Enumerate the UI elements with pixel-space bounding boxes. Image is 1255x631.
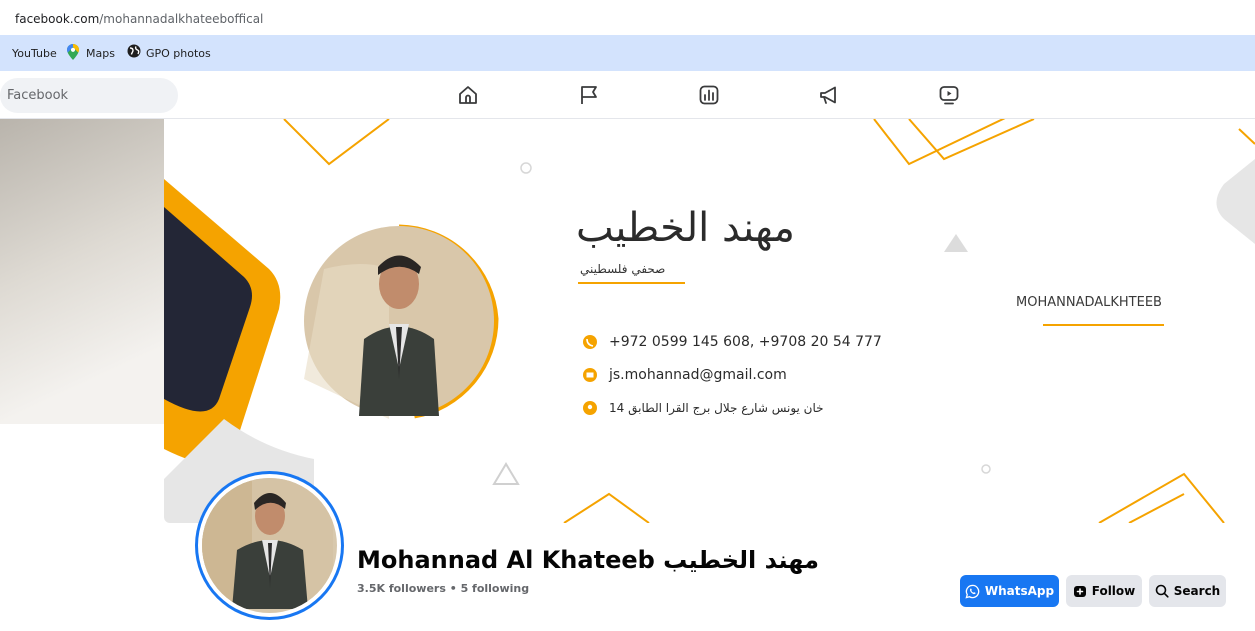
follow-button[interactable]: Follow bbox=[1066, 575, 1142, 607]
avatar bbox=[202, 478, 337, 613]
cover-arabic-subtitle: صحفي فلسطيني bbox=[580, 262, 666, 276]
url-host: facebook.com bbox=[15, 12, 100, 26]
whatsapp-label: WhatsApp bbox=[984, 584, 1055, 598]
follow-label: Follow bbox=[1091, 584, 1136, 598]
search-label: Search bbox=[1173, 584, 1221, 598]
cover-email: js.mohannad@gmail.com bbox=[609, 367, 787, 383]
cover-side-gradient bbox=[0, 119, 164, 424]
address-bar[interactable]: facebook.com/mohannadalkhateeboffical bbox=[0, 0, 1255, 35]
maps-icon bbox=[67, 44, 79, 60]
whatsapp-button[interactable]: WhatsApp bbox=[960, 575, 1059, 607]
search-icon bbox=[1155, 584, 1169, 598]
search-placeholder: Facebook bbox=[7, 88, 69, 103]
facebook-navbar: Facebook bbox=[0, 71, 1255, 119]
follow-icon bbox=[1073, 586, 1086, 597]
profile-picture-frame bbox=[198, 474, 341, 617]
search-button[interactable]: Search bbox=[1149, 575, 1226, 607]
cover-handle: MOHANNADALKHTEEB bbox=[1016, 295, 1162, 310]
bookmarks-bar: YouTube Maps GPO photos bbox=[0, 35, 1255, 71]
profile-picture[interactable] bbox=[195, 471, 344, 620]
profile-stats[interactable]: 3.5K followers • 5 following bbox=[357, 582, 529, 595]
flag-icon[interactable] bbox=[578, 84, 600, 106]
profile-page: مهند الخطيب صحفي فلسطيني +972 0599 145 6… bbox=[0, 119, 1255, 631]
cover-phone: +972 0599 145 608, +9708 20 54 777 bbox=[609, 334, 882, 350]
url-path: /mohannadalkhateeboffical bbox=[99, 12, 264, 26]
dashboard-icon[interactable] bbox=[698, 84, 720, 106]
facebook-search-input[interactable]: Facebook bbox=[0, 78, 178, 113]
bookmark-youtube[interactable]: YouTube bbox=[12, 47, 57, 60]
home-icon[interactable] bbox=[457, 84, 479, 106]
video-icon[interactable] bbox=[938, 84, 960, 106]
cover-artwork bbox=[164, 119, 1255, 523]
megaphone-icon[interactable] bbox=[818, 84, 840, 106]
bookmark-gpo-photos[interactable]: GPO photos bbox=[146, 47, 211, 60]
cover-address: خان يونس شارع جلال برج القرا الطابق 14 bbox=[609, 401, 824, 415]
cover-photo[interactable]: مهند الخطيب صحفي فلسطيني +972 0599 145 6… bbox=[164, 119, 1255, 523]
cover-arabic-name: مهند الخطيب bbox=[576, 205, 795, 251]
url-text[interactable]: facebook.com/mohannadalkhateeboffical bbox=[15, 12, 263, 26]
whatsapp-icon bbox=[965, 584, 980, 599]
profile-name: Mohannad Al Khateeb مهند الخطيب bbox=[357, 546, 819, 574]
bookmark-maps[interactable]: Maps bbox=[86, 47, 115, 60]
avatar-image bbox=[202, 478, 333, 609]
globe-icon bbox=[127, 44, 141, 58]
